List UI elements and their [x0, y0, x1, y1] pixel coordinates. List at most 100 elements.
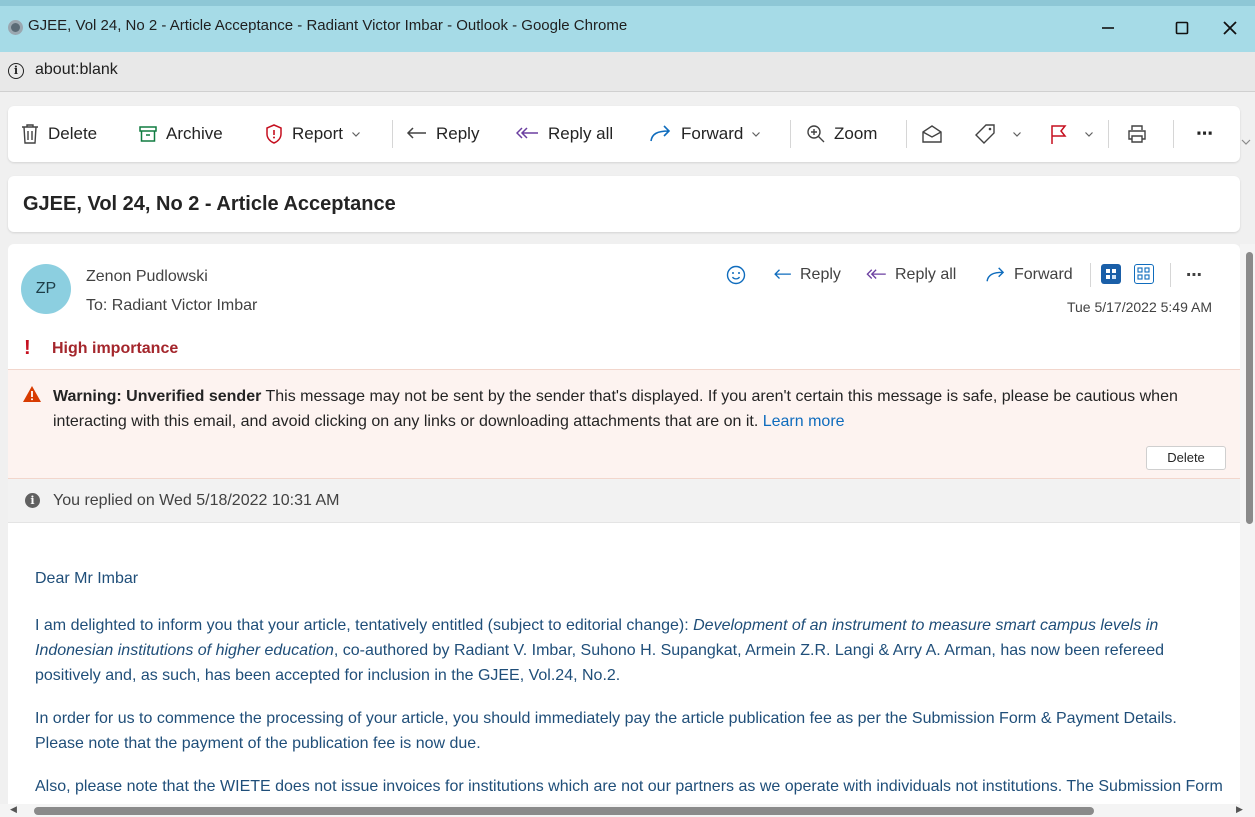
warning-icon [23, 386, 41, 402]
reply-all-button[interactable]: Reply all [516, 106, 613, 162]
message-reply-all-label: Reply all [895, 266, 957, 283]
scroll-right-arrow-icon[interactable]: ▶ [1236, 804, 1243, 815]
apps-icon [1137, 267, 1150, 280]
zoom-label: Zoom [834, 124, 878, 143]
avatar[interactable]: ZP [21, 264, 71, 314]
addin-grid-icon [1106, 269, 1116, 279]
message-card: ZP Zenon Pudlowski To: Radiant Victor Im… [8, 244, 1240, 804]
toolbar-divider [1173, 120, 1174, 148]
chevron-down-icon [1013, 132, 1021, 137]
scroll-left-arrow-icon[interactable]: ◀ [10, 804, 17, 815]
window-titlebar: GJEE, Vol 24, No 2 - Article Acceptance … [0, 0, 1255, 52]
zoom-button[interactable]: Zoom [806, 106, 877, 162]
importance-label: High importance [52, 339, 179, 357]
chevron-down-icon [352, 132, 360, 137]
report-button[interactable]: Report [264, 106, 361, 162]
forward-icon [986, 267, 1005, 282]
subject-card: GJEE, Vol 24, No 2 - Article Acceptance [8, 176, 1240, 232]
warning-title: Warning: Unverified sender [53, 388, 262, 405]
reply-all-label: Reply all [548, 124, 614, 143]
window-title: GJEE, Vol 24, No 2 - Article Acceptance … [28, 17, 628, 34]
toolbar-divider [906, 120, 907, 148]
archive-button[interactable]: Archive [138, 106, 223, 162]
mark-read-button[interactable] [921, 106, 951, 162]
action-divider [1090, 263, 1091, 287]
body-paragraph-1: I am delighted to inform you that your a… [35, 613, 1230, 688]
body-paragraph-3: Also, please note that the WIETE does no… [35, 778, 1223, 804]
warning-text: Warning: Unverified sender This message … [53, 384, 1218, 434]
delete-label: Delete [48, 124, 98, 143]
message-body: Dear Mr Imbar I am delighted to inform y… [35, 566, 1230, 804]
unverified-sender-warning: Warning: Unverified sender This message … [8, 369, 1240, 479]
print-icon [1128, 125, 1146, 143]
archive-icon [139, 126, 157, 142]
reply-icon [406, 127, 426, 139]
replied-notice: i You replied on Wed 5/18/2022 10:31 AM [8, 479, 1240, 523]
toolbar-divider [392, 120, 393, 148]
command-toolbar: Delete Archive Report Reply Reply all Fo… [8, 106, 1240, 162]
message-forward-button[interactable]: Forward [985, 262, 1073, 288]
address-bar[interactable]: i about:blank [0, 52, 1255, 92]
chevron-down-icon [752, 132, 761, 137]
flag-icon [1051, 125, 1067, 144]
vertical-scrollbar[interactable] [1240, 244, 1255, 804]
message-reply-all-button[interactable]: Reply all [866, 262, 956, 288]
addin-app-icon[interactable] [1101, 264, 1121, 284]
toolbar-divider [1108, 120, 1109, 148]
tag-icon [975, 124, 995, 144]
minimize-button[interactable] [1078, 10, 1138, 46]
forward-button[interactable]: Forward [649, 106, 761, 162]
maximize-button[interactable] [1152, 10, 1212, 46]
exclamation-icon: ! [24, 337, 31, 359]
horizontal-scroll-thumb[interactable] [34, 807, 1094, 815]
p1-intro: I am delighted to inform you that your a… [35, 617, 694, 634]
toolbar-overflow-chevron-icon[interactable] [1240, 136, 1252, 148]
flag-button[interactable] [1048, 106, 1094, 162]
more-icon: ⋯ [1196, 124, 1213, 143]
report-label: Report [292, 124, 344, 143]
chevron-down-icon [1085, 132, 1093, 137]
recipient-line: To: Radiant Victor Imbar [86, 297, 257, 315]
reply-all-icon [516, 127, 538, 139]
apps-button[interactable] [1134, 264, 1154, 284]
titlebar-strip [0, 0, 1255, 6]
sender-name[interactable]: Zenon Pudlowski [86, 268, 208, 286]
url-text[interactable]: about:blank [35, 61, 118, 79]
horizontal-scrollbar[interactable]: ◀ ▶ [0, 804, 1255, 817]
forward-icon [650, 125, 671, 142]
message-more-button[interactable]: ⋯ [1186, 262, 1202, 288]
close-icon [1223, 21, 1237, 35]
envelope-open-icon [922, 125, 942, 143]
maximize-icon [1175, 21, 1189, 35]
toolbar-divider [790, 120, 791, 148]
more-actions-button[interactable]: ⋯ [1196, 106, 1213, 162]
to-label: To: [86, 297, 108, 314]
message-timestamp: Tue 5/17/2022 5:49 AM [1066, 299, 1212, 315]
replied-text: You replied on Wed 5/18/2022 10:31 AM [53, 492, 340, 509]
message-subject: GJEE, Vol 24, No 2 - Article Acceptance [23, 193, 396, 215]
zoom-icon [807, 125, 825, 143]
trash-icon [22, 124, 38, 144]
recipient-name[interactable]: Radiant Victor Imbar [112, 297, 258, 314]
reaction-button[interactable] [726, 262, 753, 288]
minimize-icon [1102, 27, 1114, 29]
forward-label: Forward [681, 124, 744, 143]
body-paragraph-2: In order for us to commence the processi… [35, 710, 1177, 752]
categorize-button[interactable] [974, 106, 1022, 162]
vertical-scroll-thumb[interactable] [1246, 252, 1253, 524]
print-button[interactable] [1126, 106, 1156, 162]
message-forward-label: Forward [1014, 266, 1073, 283]
shield-icon [266, 124, 282, 144]
delete-button[interactable]: Delete [20, 106, 97, 162]
warning-delete-button[interactable]: Delete [1146, 446, 1226, 470]
reply-button[interactable]: Reply [406, 106, 479, 162]
site-info-icon[interactable]: i [8, 63, 24, 79]
info-icon: i [25, 493, 40, 508]
archive-label: Archive [166, 124, 223, 143]
action-divider [1170, 263, 1171, 287]
learn-more-link[interactable]: Learn more [763, 413, 845, 430]
message-reply-button[interactable]: Reply [773, 262, 841, 288]
close-window-button[interactable] [1205, 10, 1255, 46]
chrome-icon [8, 20, 23, 35]
reply-all-icon [866, 269, 886, 279]
